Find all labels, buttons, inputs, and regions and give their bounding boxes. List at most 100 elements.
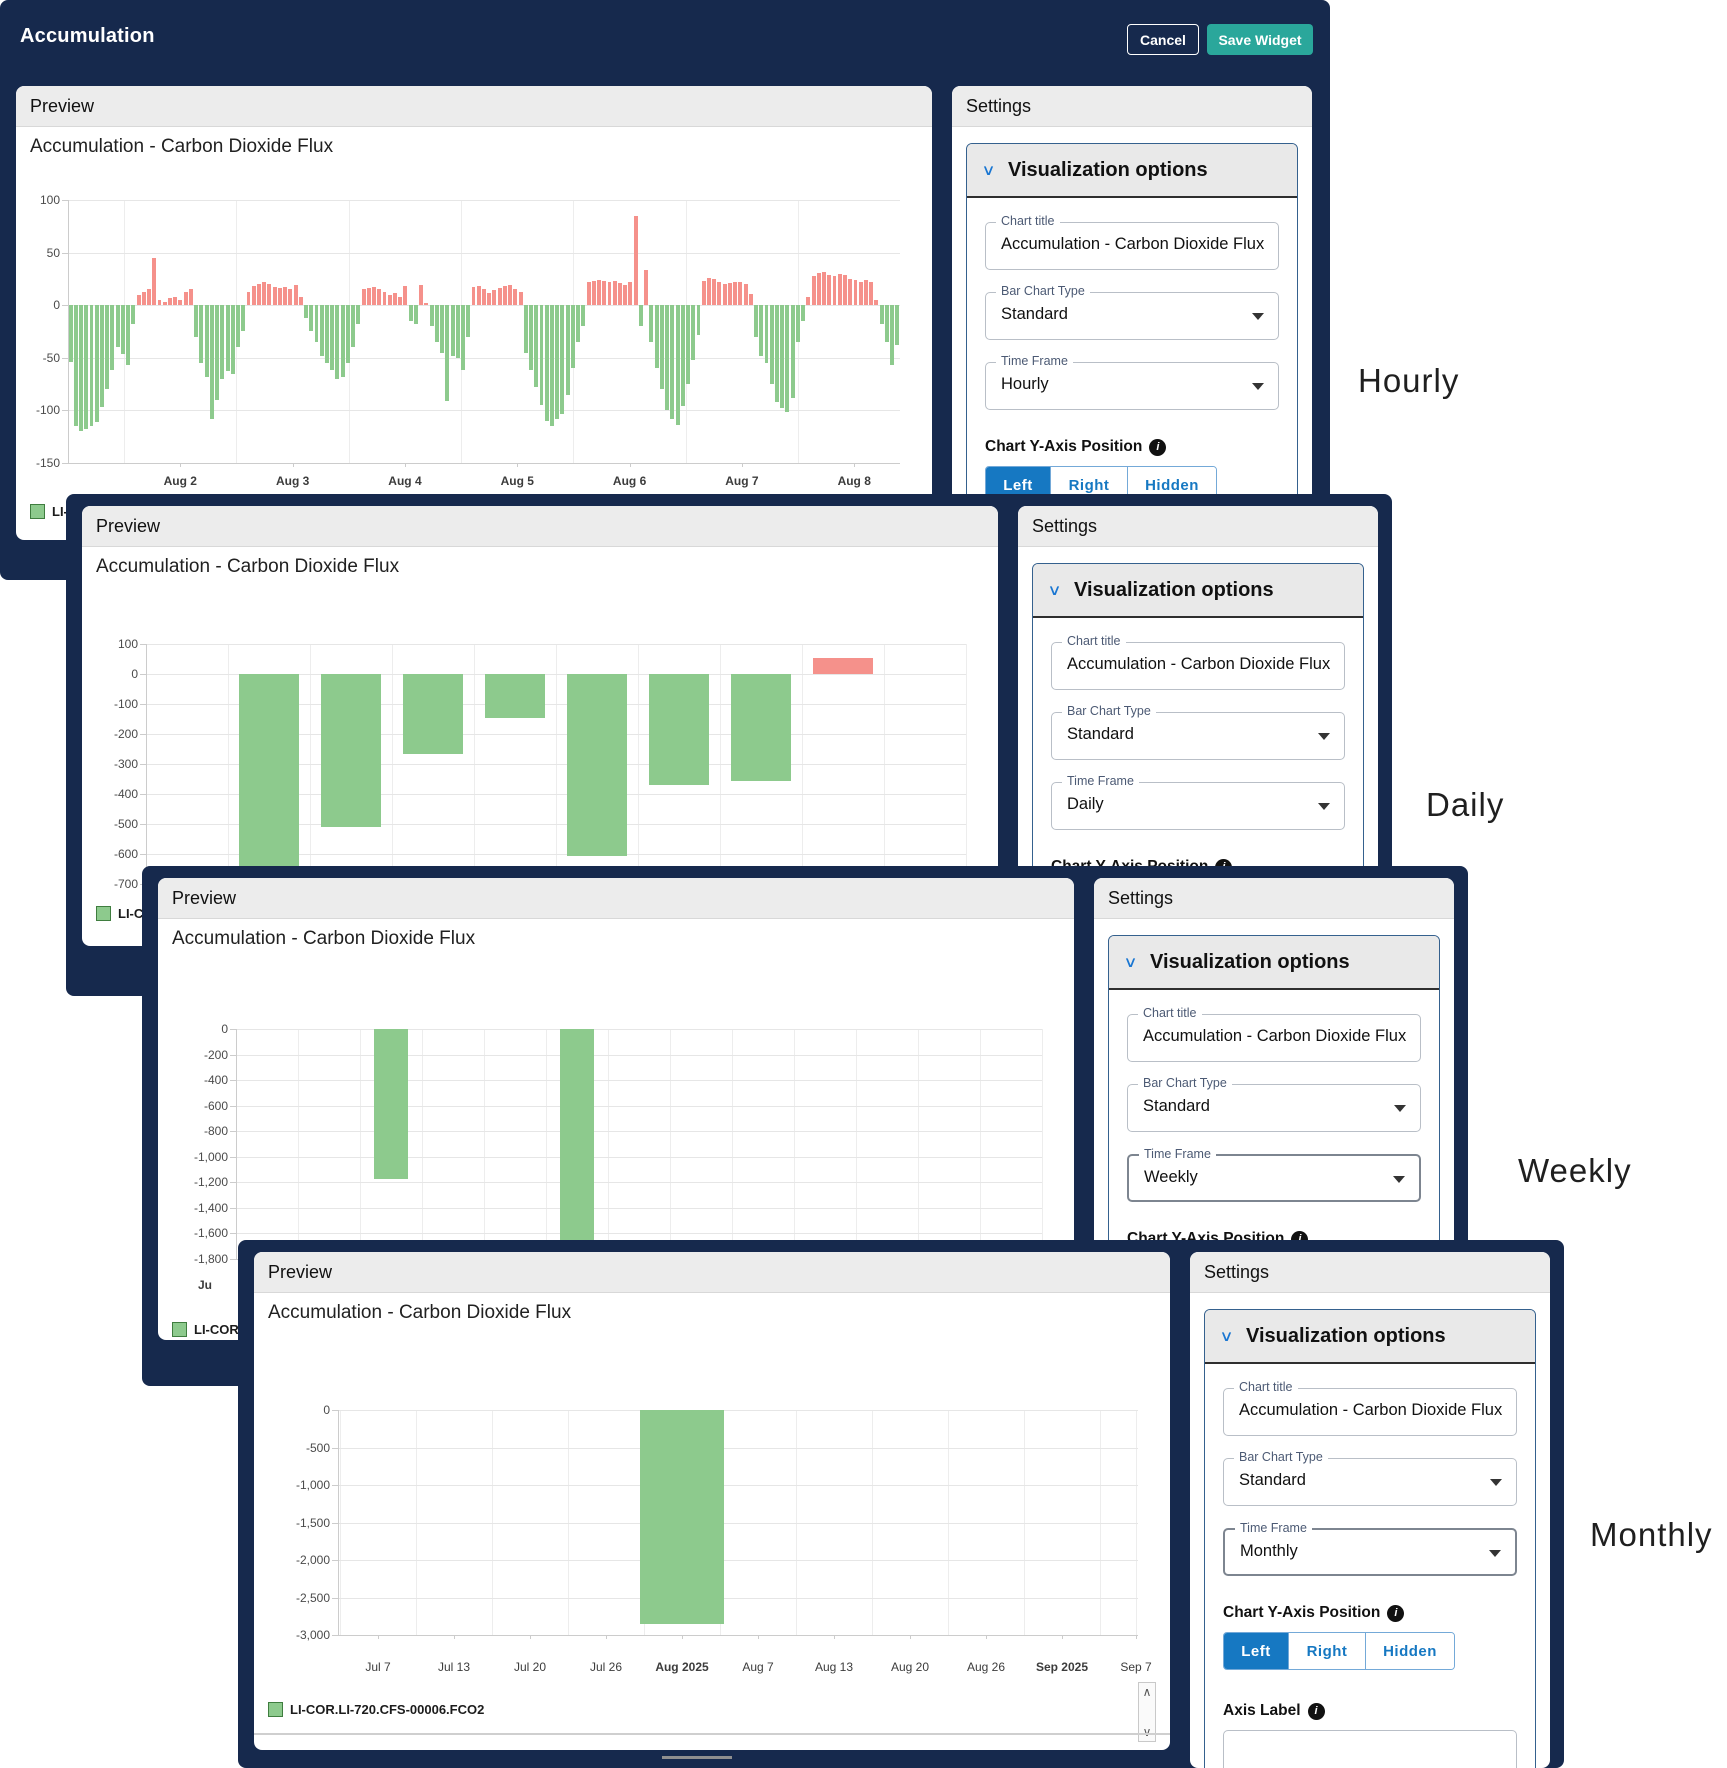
bar	[158, 300, 162, 305]
info-icon[interactable]: i	[1387, 1605, 1404, 1622]
bar	[374, 1029, 408, 1179]
vertical-gridline	[918, 1029, 919, 1259]
time-frame-select[interactable]: Time FrameWeekly	[1127, 1154, 1421, 1202]
bar	[731, 674, 790, 781]
x-tick-mark	[630, 463, 631, 467]
bar-chart-type-select[interactable]: Bar Chart TypeStandard	[1051, 712, 1345, 760]
y-axis-tick-label: -1,000	[176, 1150, 228, 1164]
bar	[419, 285, 423, 305]
y-axis-tick-label: -50	[16, 351, 60, 365]
info-icon[interactable]: i	[1149, 439, 1166, 456]
cancel-button[interactable]: Cancel	[1127, 24, 1199, 55]
time-frame-select-label: Time Frame	[996, 354, 1073, 368]
chevron-down-icon[interactable]: ∨	[1123, 953, 1137, 971]
bar	[90, 305, 94, 426]
legend-item[interactable]: LI-COR.LI-720.CFS-00006.FCO2	[268, 1700, 828, 1718]
chart-title-field[interactable]: Chart titleAccumulation - Carbon Dioxide…	[985, 222, 1279, 270]
y-axis-tick-label: 0	[86, 667, 138, 681]
bar	[403, 674, 462, 754]
time-frame-select-label: Time Frame	[1062, 774, 1139, 788]
time-frame-select[interactable]: Time FrameDaily	[1051, 782, 1345, 830]
axis-label-input[interactable]	[1223, 1730, 1517, 1768]
bar	[451, 305, 455, 355]
bar	[728, 283, 732, 305]
bar	[540, 305, 544, 405]
y-axis-right-button[interactable]: Right	[1289, 1633, 1366, 1669]
bar	[435, 305, 439, 342]
bar	[456, 305, 460, 358]
bar	[738, 282, 742, 305]
x-tick-mark	[1136, 1635, 1137, 1639]
screenshot-layer-hourly: AccumulationCancelSave WidgetPreviewAccu…	[0, 0, 1330, 580]
bar	[137, 295, 141, 306]
bar	[770, 305, 774, 384]
settings-panel-title: Settings	[966, 96, 1031, 117]
y-axis-tick-label: -500	[278, 1441, 330, 1455]
chevron-down-icon[interactable]: ∨	[1219, 1327, 1233, 1345]
horizontal-gridline	[236, 1208, 1042, 1209]
x-tick-mark	[758, 1635, 759, 1639]
bar	[869, 282, 873, 305]
preview-panel-title: Preview	[268, 1262, 332, 1283]
x-axis-tick-label: Aug 6	[585, 474, 675, 490]
horizontal-gridline	[338, 1560, 1138, 1561]
bar	[194, 305, 198, 337]
y-axis-tick-label: -200	[176, 1048, 228, 1062]
bar	[623, 285, 627, 305]
chart-title: Accumulation - Carbon Dioxide Flux	[172, 928, 475, 950]
bar	[142, 292, 146, 306]
bar	[288, 289, 292, 305]
y-axis-hidden-button[interactable]: Hidden	[1366, 1633, 1454, 1669]
bar	[239, 674, 298, 871]
scroll-down-icon[interactable]: ∨	[1143, 1723, 1152, 1741]
horizontal-gridline	[68, 253, 900, 254]
y-axis-tick-label: -300	[86, 757, 138, 771]
scroll-up-icon[interactable]: ∧	[1143, 1683, 1152, 1701]
settings-panel: Settings∨Visualization optionsChart titl…	[1190, 1252, 1550, 1768]
chevron-down-icon[interactable]: ∨	[1047, 581, 1061, 599]
y-axis-tick-label: -1,600	[176, 1226, 228, 1240]
bar	[257, 284, 261, 305]
screenshot-layer-monthly: Preview Accumulation - Carbon Dioxide Flu…	[238, 1240, 1564, 1768]
bar-chart-type-select[interactable]: Bar Chart TypeStandard	[985, 292, 1279, 340]
bar-chart-type-select[interactable]: Bar Chart TypeStandard	[1223, 1458, 1517, 1506]
y-axis-left-button[interactable]: Left	[1224, 1633, 1289, 1669]
x-tick-mark	[910, 1635, 911, 1639]
bar	[131, 305, 135, 324]
bar	[817, 273, 821, 306]
save-widget-button[interactable]: Save Widget	[1207, 24, 1313, 55]
bar	[487, 293, 491, 306]
preview-panel-title: Preview	[172, 888, 236, 909]
bar-chart-type-select-value: Standard	[1143, 1097, 1210, 1116]
time-frame-select[interactable]: Time FrameMonthly	[1223, 1528, 1517, 1576]
bar	[639, 305, 643, 326]
chart-title-field[interactable]: Chart titleAccumulation - Carbon Dioxide…	[1127, 1014, 1421, 1062]
horizontal-scrollbar-thumb[interactable]	[662, 1756, 732, 1759]
bar	[69, 305, 73, 362]
axis-label-text: Axis Label	[1223, 1702, 1301, 1720]
bar	[775, 305, 779, 402]
bar	[409, 305, 413, 321]
y-axis-position-segmented-control: LeftRightHidden	[1223, 1632, 1455, 1670]
chart-title-field[interactable]: Chart titleAccumulation - Carbon Dioxide…	[1051, 642, 1345, 690]
time-frame-select[interactable]: Time FrameHourly	[985, 362, 1279, 410]
y-axis-tick-label: -800	[176, 1124, 228, 1138]
bar	[383, 292, 387, 306]
y-axis-tick-label: 50	[16, 246, 60, 260]
chevron-down-icon[interactable]: ∨	[981, 161, 995, 179]
vertical-gridline	[794, 1029, 795, 1259]
bar	[430, 305, 434, 326]
chart-title-field[interactable]: Chart titleAccumulation - Carbon Dioxide…	[1223, 1388, 1517, 1436]
bar	[749, 294, 753, 306]
time-frame-select-value: Hourly	[1001, 375, 1049, 394]
legend-swatch-icon	[30, 504, 45, 519]
bar	[665, 305, 669, 410]
chart-title: Accumulation - Carbon Dioxide Flux	[268, 1302, 571, 1324]
bar	[247, 292, 251, 306]
bar-chart-type-select[interactable]: Bar Chart TypeStandard	[1127, 1084, 1421, 1132]
visualization-options-title: Visualization options	[1246, 1325, 1446, 1348]
bar-chart-type-select-label: Bar Chart Type	[1062, 704, 1156, 718]
bar	[613, 281, 617, 305]
info-icon[interactable]: i	[1308, 1703, 1325, 1720]
bar	[628, 282, 632, 305]
